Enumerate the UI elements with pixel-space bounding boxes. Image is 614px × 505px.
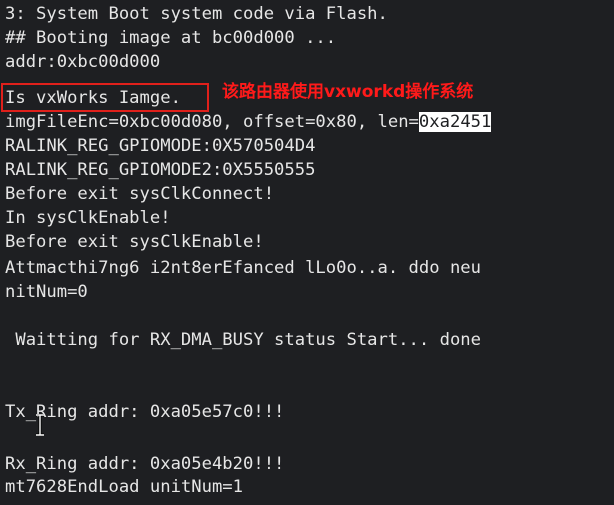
terminal-line: nitNum=0 xyxy=(5,282,88,302)
terminal-line: addr:0xbc00d000 xyxy=(5,52,161,72)
highlight-box xyxy=(1,83,209,112)
annotation-text: 该路由器使用vxworkd操作系统 xyxy=(222,82,474,102)
terminal-line: Rx_Ring addr: 0xa05e4b20!!! xyxy=(5,454,285,474)
terminal-line: Waitting for RX_DMA_BUSY status Start...… xyxy=(5,330,481,350)
i-beam-cursor-icon xyxy=(36,414,44,436)
terminal-line: RALINK_REG_GPIOMODE:0X570504D4 xyxy=(5,136,316,156)
terminal-line: In sysClkEnable! xyxy=(5,208,171,228)
terminal-line: Tx_Ring addr: 0xa05e57c0!!! xyxy=(5,402,285,422)
terminal-line: mt7628EndLoad unitNum=1 xyxy=(5,477,243,497)
selected-text[interactable]: 0xa2451 xyxy=(418,112,492,132)
terminal-line: Attmacthi7ng6 i2nt8erEfanced lLo0o..a. d… xyxy=(5,258,481,278)
terminal-line: ## Booting image at bc00d000 ... xyxy=(5,28,337,48)
terminal-line-text: imgFileEnc=0xbc00d080, offset=0x80, len= xyxy=(5,112,419,132)
terminal-line: imgFileEnc=0xbc00d080, offset=0x80, len=… xyxy=(5,110,492,134)
terminal-line: 3: System Boot system code via Flash. xyxy=(5,4,388,24)
terminal-line: Before exit sysClkConnect! xyxy=(5,184,275,204)
terminal-window[interactable]: 3: System Boot system code via Flash. ##… xyxy=(0,0,614,505)
terminal-line: Before exit sysClkEnable! xyxy=(5,232,264,252)
terminal-line: RALINK_REG_GPIOMODE2:0X5550555 xyxy=(5,160,316,180)
